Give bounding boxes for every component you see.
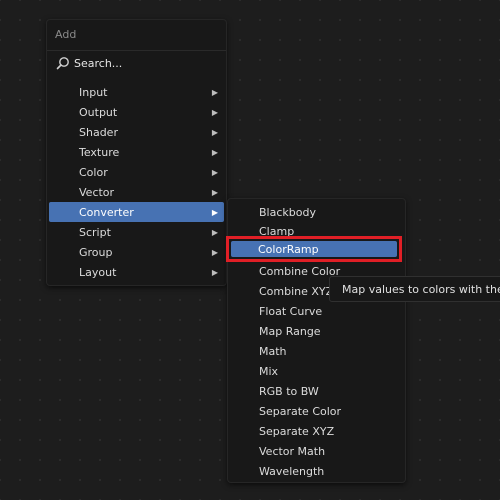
menu-item-label: Math xyxy=(259,344,287,358)
menu-item-texture[interactable]: Texture ▶ xyxy=(49,142,224,162)
menu-item-script[interactable]: Script ▶ xyxy=(49,222,224,242)
triangle-right-icon: ▶ xyxy=(211,207,218,217)
triangle-right-icon: ▶ xyxy=(211,187,218,197)
search-label: Search... xyxy=(74,56,123,70)
tooltip-text: Map values to colors with the us xyxy=(342,282,500,296)
menu-item-color[interactable]: Color ▶ xyxy=(49,162,224,182)
menu-item-label: Wavelength xyxy=(259,464,325,478)
menu-item-vector-math[interactable]: Vector Math xyxy=(230,441,403,461)
menu-item-label: Float Curve xyxy=(259,304,323,318)
triangle-right-icon: ▶ xyxy=(211,87,218,97)
triangle-right-icon: ▶ xyxy=(211,167,218,177)
menu-item-label: Separate Color xyxy=(259,404,342,418)
search-icon xyxy=(56,57,69,70)
menu-separator xyxy=(47,50,226,51)
menu-item-separate-xyz[interactable]: Separate XYZ xyxy=(230,421,403,441)
triangle-right-icon: ▶ xyxy=(211,127,218,137)
menu-item-label: Vector xyxy=(79,185,115,199)
menu-item-label: Output xyxy=(79,105,118,119)
menu-item-rgb-to-bw[interactable]: RGB to BW xyxy=(230,381,403,401)
menu-item-label: Script xyxy=(79,225,111,239)
menu-item-colorramp[interactable]: ColorRamp xyxy=(226,236,402,262)
menu-item-map-range[interactable]: Map Range xyxy=(230,321,403,341)
menu-item-label: Group xyxy=(79,245,113,259)
menu-item-label: Input xyxy=(79,85,108,99)
menu-item-label: Converter xyxy=(79,205,134,219)
menu-item-separate-color[interactable]: Separate Color xyxy=(230,401,403,421)
menu-item-label: Mix xyxy=(259,364,279,378)
menu-item-converter[interactable]: Converter ▶ xyxy=(49,202,224,222)
menu-item-label: Combine XYZ xyxy=(259,284,334,298)
menu-item-layout[interactable]: Layout ▶ xyxy=(49,262,224,282)
menu-item-vector[interactable]: Vector ▶ xyxy=(49,182,224,202)
menu-item-label: Map Range xyxy=(259,324,321,338)
menu-item-label: ColorRamp xyxy=(258,242,319,256)
search-item[interactable]: Search... xyxy=(47,52,226,74)
menu-item-label: RGB to BW xyxy=(259,384,319,398)
menu-item-label: Vector Math xyxy=(259,444,326,458)
menu-title: Add xyxy=(55,28,77,41)
menu-item-label: Layout xyxy=(79,265,117,279)
triangle-right-icon: ▶ xyxy=(211,107,218,117)
menu-item-label: Combine Color xyxy=(259,264,341,278)
tooltip: Map values to colors with the us xyxy=(329,276,500,302)
menu-item-label: Separate XYZ xyxy=(259,424,335,438)
triangle-right-icon: ▶ xyxy=(211,267,218,277)
menu-item-float-curve[interactable]: Float Curve xyxy=(230,301,403,321)
menu-item-shader[interactable]: Shader ▶ xyxy=(49,122,224,142)
triangle-right-icon: ▶ xyxy=(211,227,218,237)
menu-item-blackbody[interactable]: Blackbody xyxy=(230,202,403,222)
menu-item-label: Color xyxy=(79,165,108,179)
menu-item-wavelength[interactable]: Wavelength xyxy=(230,461,403,481)
menu-item-group[interactable]: Group ▶ xyxy=(49,242,224,262)
menu-item-math[interactable]: Math xyxy=(230,341,403,361)
triangle-right-icon: ▶ xyxy=(211,147,218,157)
menu-item-label: Blackbody xyxy=(259,205,316,219)
menu-item-mix[interactable]: Mix xyxy=(230,361,403,381)
menu-item-output[interactable]: Output ▶ xyxy=(49,102,224,122)
triangle-right-icon: ▶ xyxy=(211,247,218,257)
menu-item-input[interactable]: Input ▶ xyxy=(49,82,224,102)
menu-item-label: Texture xyxy=(79,145,120,159)
add-menu: Add Search... Input ▶ Output ▶ Shader ▶ … xyxy=(46,19,227,286)
menu-item-label: Shader xyxy=(79,125,118,139)
